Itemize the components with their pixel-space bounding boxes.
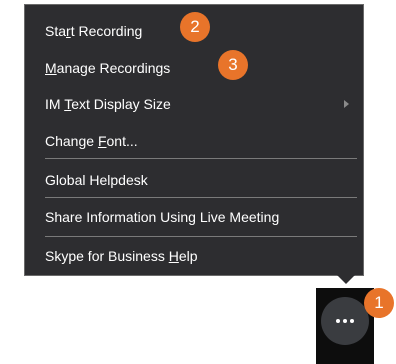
menu-item-label: Change xyxy=(45,133,98,149)
menu-item-label: Sta xyxy=(45,23,67,39)
menu-item-label: IM xyxy=(45,96,65,112)
menu-item-label: ext Display Size xyxy=(71,96,171,112)
more-options-icon xyxy=(350,319,354,323)
menu-item-skype-help[interactable]: Skype for Business Help xyxy=(45,243,353,269)
chevron-right-icon xyxy=(344,100,349,108)
menu-item-mnemonic: M xyxy=(45,60,57,76)
menu-item-im-text-display-size[interactable]: IM Text Display Size xyxy=(45,91,353,117)
more-options-icon xyxy=(343,319,347,323)
menu-item-mnemonic: F xyxy=(97,133,107,149)
menu-item-label: Global Helpdesk xyxy=(45,172,148,188)
menu-item-manage-recordings[interactable]: Manage Recordings xyxy=(45,55,353,81)
menu-separator xyxy=(45,197,357,198)
menu-item-label: elp xyxy=(178,248,198,264)
menu-item-label: Skype for Business xyxy=(45,248,169,264)
callout-badge-1: 1 xyxy=(364,288,394,318)
menu-separator xyxy=(45,158,357,159)
menu-item-label: t Recording xyxy=(70,23,143,39)
menu-item-mnemonic: H xyxy=(168,248,179,264)
menu-item-label: Share Information Using Live Meeting xyxy=(45,209,280,225)
menu-item-global-helpdesk[interactable]: Global Helpdesk xyxy=(45,167,353,193)
more-options-menu: Start Recording Manage Recordings IM Tex… xyxy=(24,4,364,276)
more-options-icon xyxy=(336,319,340,323)
menu-pointer xyxy=(336,274,356,284)
menu-item-share-information[interactable]: Share Information Using Live Meeting xyxy=(45,204,353,230)
callout-badge-2: 2 xyxy=(180,12,210,42)
callout-badge-3: 3 xyxy=(218,50,248,80)
more-options-button[interactable] xyxy=(321,297,369,345)
menu-item-change-font[interactable]: Change Font... xyxy=(45,128,353,154)
menu-item-label: ont... xyxy=(106,133,138,149)
menu-separator xyxy=(45,236,357,237)
menu-item-label: anage Recordings xyxy=(56,60,171,76)
